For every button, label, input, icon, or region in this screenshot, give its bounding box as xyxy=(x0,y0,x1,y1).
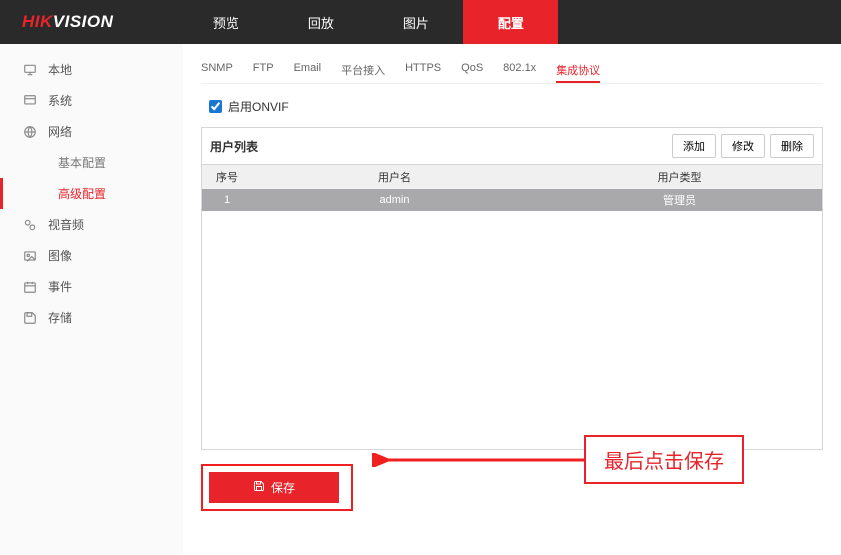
user-list-panel: 用户列表 添加 修改 删除 序号 用户名 用户类型 1 admin xyxy=(201,127,823,450)
sidebar-item-storage[interactable]: 存储 xyxy=(0,302,183,333)
tab-email[interactable]: Email xyxy=(294,58,322,83)
system-icon xyxy=(22,93,38,109)
table-row[interactable]: 1 admin 管理员 xyxy=(202,189,822,211)
sidebar-item-label: 图像 xyxy=(48,247,72,264)
nav-playback[interactable]: 回放 xyxy=(273,0,368,44)
nav-config[interactable]: 配置 xyxy=(463,0,558,44)
top-nav: 预览 回放 图片 配置 xyxy=(178,0,558,44)
panel-header: 用户列表 添加 修改 删除 xyxy=(202,128,822,165)
edit-button[interactable]: 修改 xyxy=(721,134,765,158)
tab-platform[interactable]: 平台接入 xyxy=(341,58,385,83)
floppy-icon xyxy=(253,480,265,495)
globe-icon xyxy=(22,124,38,140)
logo-prefix: HIK xyxy=(22,12,53,31)
annotation-label: 最后点击保存 xyxy=(584,435,744,484)
save-button[interactable]: 保存 xyxy=(209,472,339,503)
sidebar-item-label: 网络 xyxy=(48,123,72,140)
save-icon xyxy=(22,310,38,326)
tab-snmp[interactable]: SNMP xyxy=(201,58,233,83)
enable-onvif-checkbox[interactable] xyxy=(209,100,222,113)
logo: HIKVISION xyxy=(22,12,113,32)
enable-onvif-label: 启用ONVIF xyxy=(228,98,289,115)
av-icon xyxy=(22,217,38,233)
monitor-icon xyxy=(22,62,38,78)
sidebar-item-local[interactable]: 本地 xyxy=(0,54,183,85)
enable-onvif-row: 启用ONVIF xyxy=(209,98,823,115)
sub-tabs: SNMP FTP Email 平台接入 HTTPS QoS 802.1x 集成协… xyxy=(201,58,823,84)
tab-ftp[interactable]: FTP xyxy=(253,58,274,83)
tab-integration[interactable]: 集成协议 xyxy=(556,58,600,83)
sidebar-item-label: 视音频 xyxy=(48,216,84,233)
sidebar-item-av[interactable]: 视音频 xyxy=(0,209,183,240)
save-highlight-box: 保存 xyxy=(201,464,353,511)
sidebar-item-label: 事件 xyxy=(48,278,72,295)
nav-picture[interactable]: 图片 xyxy=(368,0,463,44)
tab-8021x[interactable]: 802.1x xyxy=(503,58,536,83)
sidebar-item-label: 系统 xyxy=(48,92,72,109)
delete-button[interactable]: 删除 xyxy=(770,134,814,158)
sidebar-sub-basic[interactable]: 基本配置 xyxy=(0,147,183,178)
table-body[interactable]: 1 admin 管理员 xyxy=(202,189,822,449)
tab-qos[interactable]: QoS xyxy=(461,58,483,83)
calendar-icon xyxy=(22,279,38,295)
user-table: 序号 用户名 用户类型 1 admin 管理员 xyxy=(202,165,822,449)
table-head: 序号 用户名 用户类型 xyxy=(202,165,822,189)
logo-suffix: VISION xyxy=(53,12,114,31)
sidebar-item-event[interactable]: 事件 xyxy=(0,271,183,302)
header: HIKVISION 预览 回放 图片 配置 xyxy=(0,0,841,44)
save-button-label: 保存 xyxy=(271,479,295,496)
tab-https[interactable]: HTTPS xyxy=(405,58,441,83)
image-icon xyxy=(22,248,38,264)
col-username: 用户名 xyxy=(252,169,537,185)
add-button[interactable]: 添加 xyxy=(672,134,716,158)
sidebar-item-label: 存储 xyxy=(48,309,72,326)
sidebar-sub-advanced[interactable]: 高级配置 xyxy=(0,178,183,209)
col-usertype: 用户类型 xyxy=(537,169,822,185)
sidebar-item-system[interactable]: 系统 xyxy=(0,85,183,116)
sidebar-item-network[interactable]: 网络 xyxy=(0,116,183,147)
cell-no: 1 xyxy=(202,194,252,206)
sidebar-item-label: 本地 xyxy=(48,61,72,78)
panel-title: 用户列表 xyxy=(210,138,258,155)
col-no: 序号 xyxy=(202,169,252,185)
cell-usertype: 管理员 xyxy=(537,192,822,208)
sidebar: 本地 系统 网络 基本配置 高级配置 视音频 图像 xyxy=(0,44,183,555)
nav-preview[interactable]: 预览 xyxy=(178,0,273,44)
panel-buttons: 添加 修改 删除 xyxy=(672,134,814,158)
cell-username: admin xyxy=(252,194,537,206)
annotation-arrow-icon xyxy=(372,453,592,467)
sidebar-item-image[interactable]: 图像 xyxy=(0,240,183,271)
